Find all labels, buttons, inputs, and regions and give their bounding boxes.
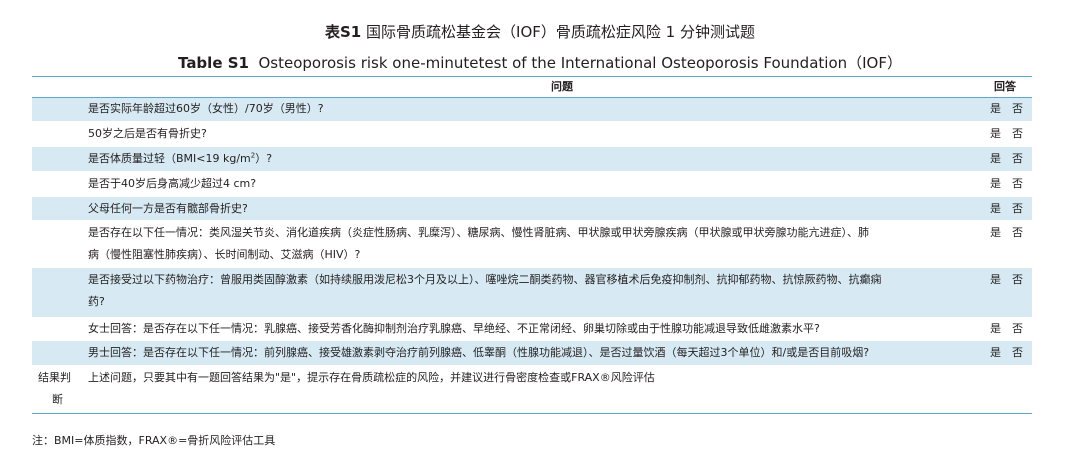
table-row: 是否实际年龄超过60岁（女性）/70岁（男性）? 是否 [32, 98, 1032, 121]
question-text: 50岁之后是否有骨折史? [88, 127, 207, 140]
table-title-cn-text: 国际骨质疏松基金会（IOF）骨质疏松症风险 1 分钟测试题 [366, 23, 755, 41]
table-title-cn: 表S1 国际骨质疏松基金会（IOF）骨质疏松症风险 1 分钟测试题 [0, 21, 1080, 42]
question-text: 父母任何一方是否有髋部骨折史? [88, 202, 248, 215]
table-row: 父母任何一方是否有髋部骨折史? 是否 [32, 197, 1032, 220]
result-label: 结果判 断 [38, 371, 71, 406]
header-answer: 回答 [994, 80, 1016, 93]
question-text: 男士回答：是否存在以下任一情况：前列腺癌、接受雄激素剥夺治疗前列腺癌、低睾酮（性… [88, 346, 870, 359]
table-row: 是否体质量过轻（BMI<19 kg/m2）? 是否 [32, 147, 1032, 171]
table-label-en: Table S1 [178, 54, 249, 72]
table-row: 是否于40岁后身高减少超过4 cm? 是否 [32, 171, 1032, 197]
table-row: 是否接受过以下药物治疗：曾服用类固醇激素（如持续服用泼尼松3个月及以上）、噻唑烷… [32, 268, 1032, 317]
answer-options: 是否 [990, 346, 1023, 359]
table-header-row: 问题 回答 [32, 77, 1032, 98]
answer-options: 是否 [990, 102, 1023, 115]
table-label-cn: 表S1 [325, 23, 362, 41]
table-row: 男士回答：是否存在以下任一情况：前列腺癌、接受雄激素剥夺治疗前列腺癌、低睾酮（性… [32, 341, 1032, 365]
table-title-en: Table S1 Osteoporosis risk one-minutetes… [0, 52, 1080, 73]
answer-options: 是否 [990, 202, 1023, 215]
result-row: 结果判 断 上述问题，只要其中有一题回答结果为"是"，提示存在骨质疏松症的风险，… [32, 365, 1032, 414]
answer-options: 是否 [990, 177, 1023, 190]
answer-options: 是否 [990, 127, 1023, 140]
header-question: 问题 [551, 80, 573, 93]
answer-options: 是否 [990, 226, 1023, 239]
table-title-en-text: Osteoporosis risk one-minutetest of the … [258, 54, 902, 72]
table-row: 50岁之后是否有骨折史? 是否 [32, 121, 1032, 147]
question-text: 是否实际年龄超过60岁（女性）/70岁（男性）? [88, 102, 324, 115]
question-text: 是否存在以下任一情况：类风湿关节炎、消化道疾病（炎症性肠病、乳糜泻）、糖尿病、慢… [88, 226, 869, 261]
question-text: 是否于40岁后身高减少超过4 cm? [88, 177, 257, 190]
table-footnote: 注：BMI=体质指数，FRAX®=骨折风险评估工具 [32, 434, 276, 447]
table-row: 女士回答：是否存在以下任一情况：乳腺癌、接受芳香化酶抑制剂治疗乳腺癌、早绝经、不… [32, 317, 1032, 341]
result-text: 上述问题，只要其中有一题回答结果为"是"，提示存在骨质疏松症的风险，并建议进行骨… [88, 371, 655, 384]
answer-options: 是否 [990, 322, 1023, 335]
answer-options: 是否 [990, 273, 1023, 286]
question-text: 是否接受过以下药物治疗：曾服用类固醇激素（如持续服用泼尼松3个月及以上）、噻唑烷… [88, 273, 882, 308]
table-row: 是否存在以下任一情况：类风湿关节炎、消化道疾病（炎症性肠病、乳糜泻）、糖尿病、慢… [32, 220, 1032, 268]
risk-test-table: 问题 回答 是否实际年龄超过60岁（女性）/70岁（男性）? 是否 50岁之后是… [32, 76, 1032, 414]
question-text: 女士回答：是否存在以下任一情况：乳腺癌、接受芳香化酶抑制剂治疗乳腺癌、早绝经、不… [88, 322, 820, 335]
question-text: 是否体质量过轻（BMI<19 kg/m2）? [88, 151, 273, 165]
answer-options: 是否 [990, 152, 1023, 165]
